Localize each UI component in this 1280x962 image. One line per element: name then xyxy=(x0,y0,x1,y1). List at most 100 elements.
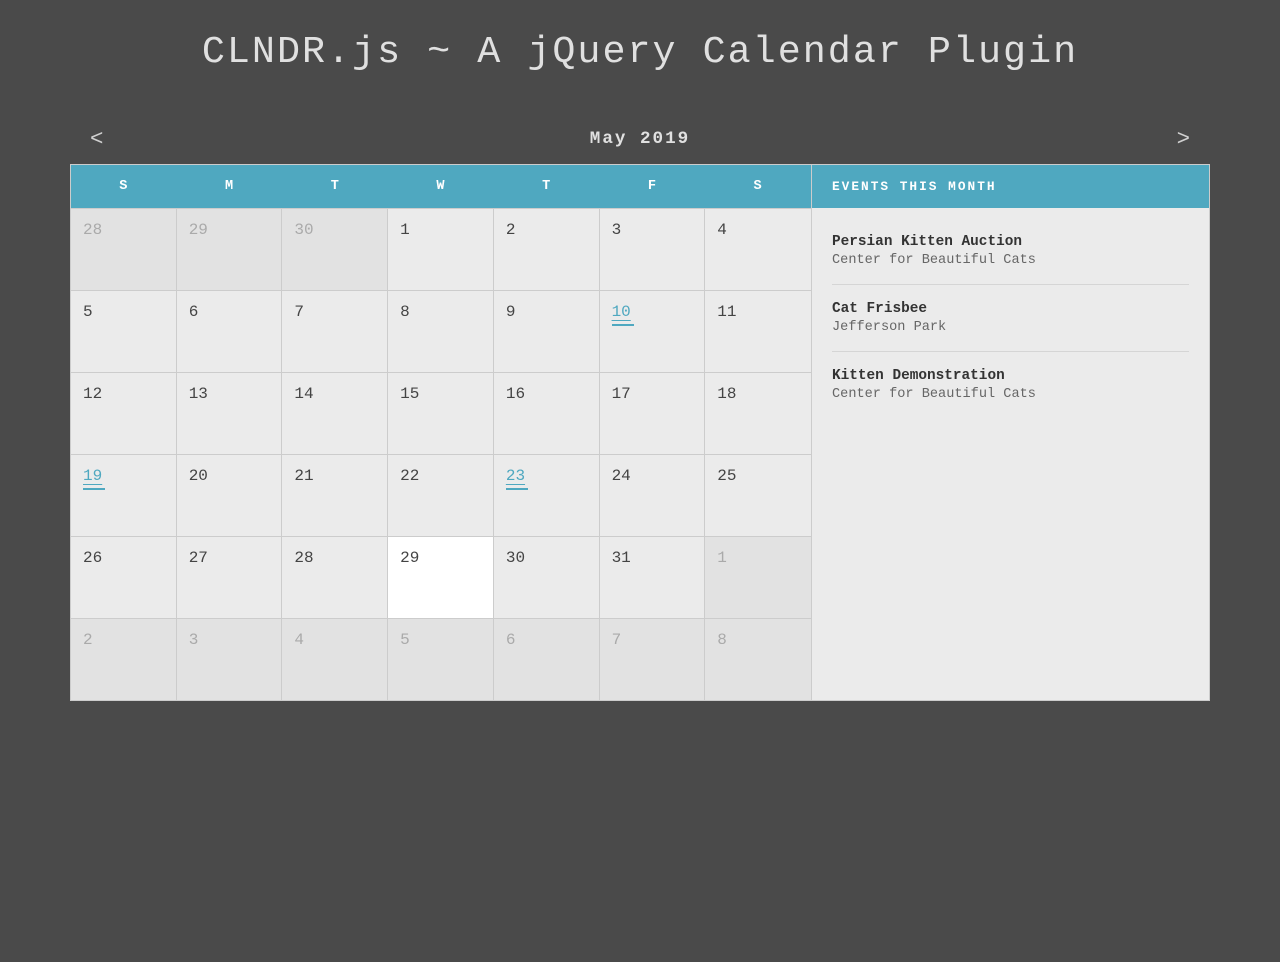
day-number: 6 xyxy=(189,303,274,321)
day-number: 23 xyxy=(506,467,591,485)
prev-month-button[interactable]: < xyxy=(80,121,113,157)
days-header: SMTWTFS xyxy=(71,165,811,208)
event-item[interactable]: Kitten DemonstrationCenter for Beautiful… xyxy=(832,352,1189,418)
calendar-nav: < May 2019 > xyxy=(70,114,1210,164)
day-number: 4 xyxy=(294,631,379,649)
day-number: 14 xyxy=(294,385,379,403)
page-title: CLNDR.js ~ A jQuery Calendar Plugin xyxy=(202,30,1078,74)
event-dot xyxy=(506,488,528,490)
calendar-cell[interactable]: 1 xyxy=(388,208,494,290)
calendar-cell[interactable]: 9 xyxy=(494,290,600,372)
day-number: 6 xyxy=(506,631,591,649)
calendar-cell[interactable]: 6 xyxy=(177,290,283,372)
calendar-cell[interactable]: 30 xyxy=(282,208,388,290)
calendar-cell[interactable]: 2 xyxy=(71,618,177,700)
calendar-cell[interactable]: 7 xyxy=(282,290,388,372)
event-name: Cat Frisbee xyxy=(832,301,1189,317)
day-number: 29 xyxy=(189,221,274,239)
event-location: Jefferson Park xyxy=(832,320,1189,335)
calendar-cell[interactable]: 30 xyxy=(494,536,600,618)
calendar-cell[interactable]: 24 xyxy=(600,454,706,536)
day-number: 7 xyxy=(294,303,379,321)
day-header: S xyxy=(71,165,177,208)
day-header: W xyxy=(388,165,494,208)
day-number: 17 xyxy=(612,385,697,403)
day-number: 12 xyxy=(83,385,168,403)
day-number: 20 xyxy=(189,467,274,485)
calendar-cell[interactable]: 2 xyxy=(494,208,600,290)
day-number: 21 xyxy=(294,467,379,485)
day-number: 30 xyxy=(506,549,591,567)
calendar-cell[interactable]: 4 xyxy=(705,208,811,290)
event-name: Kitten Demonstration xyxy=(832,368,1189,384)
calendar-cell[interactable]: 12 xyxy=(71,372,177,454)
event-location: Center for Beautiful Cats xyxy=(832,253,1189,268)
calendar-cell[interactable]: 13 xyxy=(177,372,283,454)
calendar-cell[interactable]: 16 xyxy=(494,372,600,454)
calendar-cell[interactable]: 11 xyxy=(705,290,811,372)
calendar-body: 2829301234567891011121314151617181920212… xyxy=(71,208,811,700)
day-number: 8 xyxy=(400,303,485,321)
calendar-cell[interactable]: 18 xyxy=(705,372,811,454)
day-number: 27 xyxy=(189,549,274,567)
calendar-cell[interactable]: 1 xyxy=(705,536,811,618)
calendar-cell[interactable]: 29 xyxy=(388,536,494,618)
calendar-cell[interactable]: 31 xyxy=(600,536,706,618)
calendar-cell[interactable]: 5 xyxy=(71,290,177,372)
calendar-cell[interactable]: 8 xyxy=(388,290,494,372)
calendar-cell[interactable]: 3 xyxy=(600,208,706,290)
calendar-cell[interactable]: 5 xyxy=(388,618,494,700)
calendar-cell[interactable]: 21 xyxy=(282,454,388,536)
month-title: May 2019 xyxy=(590,129,690,149)
calendar-grid: SMTWTFS 28293012345678910111213141516171… xyxy=(71,165,811,700)
calendar-cell[interactable]: 22 xyxy=(388,454,494,536)
calendar-cell[interactable]: 15 xyxy=(388,372,494,454)
calendar-cell[interactable]: 25 xyxy=(705,454,811,536)
event-item[interactable]: Persian Kitten Auction Center for Beautif… xyxy=(832,218,1189,285)
day-number: 5 xyxy=(83,303,168,321)
calendar-wrapper: < May 2019 > SMTWTFS 2829301234567891011… xyxy=(70,114,1210,701)
day-number: 16 xyxy=(506,385,591,403)
day-number: 28 xyxy=(83,221,168,239)
day-header: T xyxy=(282,165,388,208)
calendar-cell[interactable]: 23 xyxy=(494,454,600,536)
calendar-cell[interactable]: 8 xyxy=(705,618,811,700)
day-number: 10 xyxy=(612,303,697,321)
calendar-cell[interactable]: 14 xyxy=(282,372,388,454)
calendar-cell[interactable]: 4 xyxy=(282,618,388,700)
day-number: 9 xyxy=(506,303,591,321)
day-number: 29 xyxy=(400,549,485,567)
day-number: 3 xyxy=(612,221,697,239)
calendar-cell[interactable]: 26 xyxy=(71,536,177,618)
day-number: 3 xyxy=(189,631,274,649)
day-number: 22 xyxy=(400,467,485,485)
event-dot xyxy=(83,488,105,490)
day-number: 11 xyxy=(717,303,803,321)
event-item[interactable]: Cat Frisbee Jefferson Park xyxy=(832,285,1189,352)
day-number: 19 xyxy=(83,467,168,485)
calendar-cell[interactable]: 27 xyxy=(177,536,283,618)
calendar-cell[interactable]: 28 xyxy=(282,536,388,618)
events-panel: EVENTS THIS MONTH Persian Kitten Auction… xyxy=(811,165,1209,700)
next-month-button[interactable]: > xyxy=(1167,121,1200,157)
day-number: 7 xyxy=(612,631,697,649)
calendar-cell[interactable]: 19 xyxy=(71,454,177,536)
day-number: 30 xyxy=(294,221,379,239)
calendar-container: SMTWTFS 28293012345678910111213141516171… xyxy=(70,164,1210,701)
calendar-cell[interactable]: 17 xyxy=(600,372,706,454)
calendar-cell[interactable]: 3 xyxy=(177,618,283,700)
calendar-cell[interactable]: 28 xyxy=(71,208,177,290)
calendar-cell[interactable]: 10 xyxy=(600,290,706,372)
day-number: 2 xyxy=(506,221,591,239)
day-number: 1 xyxy=(400,221,485,239)
calendar-cell[interactable]: 6 xyxy=(494,618,600,700)
day-number: 5 xyxy=(400,631,485,649)
event-name: Persian Kitten Auction xyxy=(832,234,1189,250)
calendar-cell[interactable]: 29 xyxy=(177,208,283,290)
day-number: 1 xyxy=(717,549,803,567)
calendar-cell[interactable]: 20 xyxy=(177,454,283,536)
day-header: S xyxy=(705,165,811,208)
calendar-cell[interactable]: 7 xyxy=(600,618,706,700)
day-number: 31 xyxy=(612,549,697,567)
day-number: 28 xyxy=(294,549,379,567)
